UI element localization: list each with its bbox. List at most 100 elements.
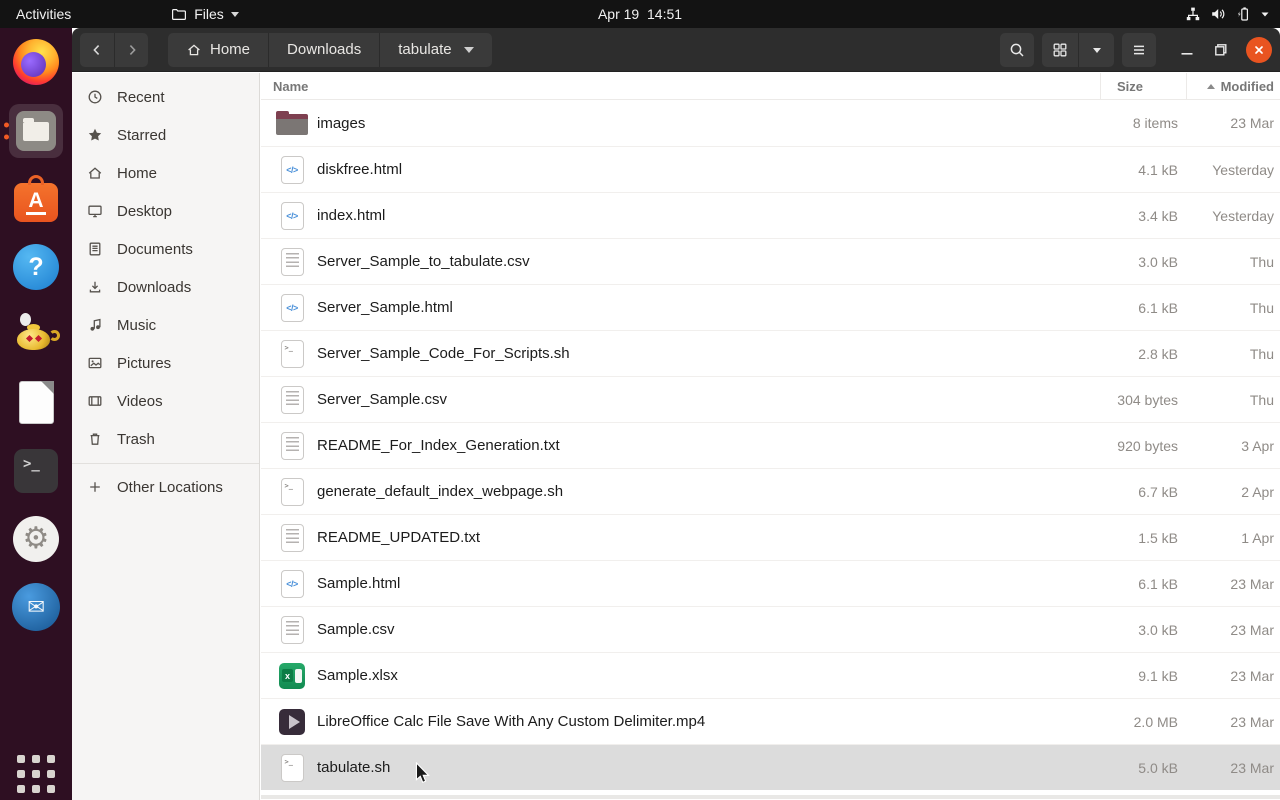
file-row-readme-updated-txt[interactable]: README_UPDATED.txt 1.5 kB 1 Apr [261, 514, 1280, 560]
starred-icon [87, 127, 103, 143]
restore-button[interactable] [1204, 33, 1238, 67]
column-header-modified[interactable]: Modified [1186, 73, 1280, 99]
file-row-server-sample-to-tabulate-csv[interactable]: Server_Sample_to_tabulate.csv 3.0 kB Thu [261, 238, 1280, 284]
sidebar-item-recent[interactable]: Recent [72, 78, 259, 116]
script-file-icon: >_ [276, 339, 308, 368]
sidebar-item-documents[interactable]: Documents [72, 230, 259, 268]
file-modified: Thu [1249, 253, 1274, 270]
script-file-icon: >_ [276, 477, 308, 506]
column-header-size[interactable]: Size [1100, 73, 1186, 99]
grid-view-button[interactable] [1042, 32, 1078, 67]
sidebar-item-videos[interactable]: Videos [72, 382, 259, 420]
list-header: Name Size Modified [261, 73, 1280, 100]
text-file-icon [276, 385, 308, 414]
file-modified: 23 Mar [1230, 115, 1274, 131]
dock-item-lamp[interactable] [0, 312, 72, 358]
file-modified: 1 Apr [1241, 529, 1274, 546]
file-row-sample-xlsx[interactable]: x Sample.xlsx 9.1 kB 23 Mar [261, 652, 1280, 698]
caret-down-icon [1260, 9, 1270, 19]
sidebar-item-music[interactable]: Music [72, 306, 259, 344]
sidebar-item-desktop[interactable]: Desktop [72, 192, 259, 230]
dock-item-thunderbird[interactable]: ✉ [0, 583, 72, 631]
sidebar-item-trash[interactable]: Trash [72, 420, 259, 458]
volume-icon [1210, 6, 1226, 22]
file-size: 6.1 kB [1138, 575, 1178, 592]
top-panel: Activities Files Apr 19 14:51 [0, 0, 1280, 28]
file-list: images 8 items 23 Mar </> diskfree.html 4… [261, 100, 1280, 790]
sidebar-list: Recent Starred Home Desktop Documents Do… [72, 78, 259, 458]
close-button[interactable] [1246, 36, 1272, 63]
file-row-sample-html[interactable]: </> Sample.html 6.1 kB 23 Mar [261, 560, 1280, 606]
file-size: 1.5 kB [1138, 529, 1178, 546]
file-row-index-html[interactable]: </> index.html 3.4 kB Yesterday [261, 192, 1280, 238]
file-modified: Yesterday [1212, 161, 1274, 178]
minimize-button[interactable] [1170, 33, 1204, 67]
search-button[interactable] [1000, 32, 1034, 67]
sidebar-item-downloads[interactable]: Downloads [72, 268, 259, 306]
dock-item-firefox[interactable] [0, 39, 72, 85]
html-file-icon: </> [276, 155, 308, 184]
hamburger-menu-button[interactable] [1122, 32, 1156, 67]
app-menu-button[interactable]: Files [159, 0, 251, 28]
music-icon [87, 317, 103, 333]
dock-item-terminal[interactable]: >_ [0, 449, 72, 493]
dock-item-help[interactable]: ? [0, 244, 72, 290]
file-pane: Name Size Modified images 8 items 23 Mar… [261, 73, 1280, 800]
dock-item-libreoffice[interactable] [0, 381, 72, 424]
file-modified: 23 Mar [1230, 713, 1274, 730]
file-size: 3.4 kB [1138, 207, 1178, 224]
path-segment-home[interactable]: Home [168, 32, 269, 67]
file-row-tabulate-sh[interactable]: >_ tabulate.sh 5.0 kB 23 Mar [261, 744, 1280, 790]
file-row-server-sample-csv[interactable]: Server_Sample.csv 304 bytes Thu [261, 376, 1280, 422]
sidebar-item-starred[interactable]: Starred [72, 116, 259, 154]
file-row-images[interactable]: images 8 items 23 Mar [261, 100, 1280, 146]
file-row-libreoffice-calc-file-save-with-any-custom-delimiter-mp4[interactable]: LibreOffice Calc File Save With Any Cust… [261, 698, 1280, 744]
sidebar-item-pictures[interactable]: Pictures [72, 344, 259, 382]
dock-item-app-grid[interactable] [0, 744, 72, 793]
file-modified: 23 Mar [1230, 667, 1274, 684]
dock-item-files[interactable] [0, 104, 72, 158]
column-header-name[interactable]: Name [261, 79, 1100, 94]
path-segment-downloads[interactable]: Downloads [268, 32, 380, 67]
back-button[interactable] [80, 32, 114, 67]
status-tray[interactable] [1185, 6, 1270, 22]
forward-button[interactable] [114, 32, 148, 67]
path-bar: Home Downloads tabulate [168, 32, 492, 67]
battery-icon [1235, 6, 1251, 22]
videos-icon [87, 393, 103, 409]
file-modified: Yesterday [1212, 207, 1274, 224]
file-modified: 23 Mar [1230, 621, 1274, 638]
sidebar-item-home[interactable]: Home [72, 154, 259, 192]
titlebar[interactable]: Home Downloads tabulate [72, 28, 1280, 72]
clock[interactable]: Apr 19 14:51 [598, 6, 682, 22]
running-indicator-dots [4, 122, 9, 140]
view-options-button[interactable] [1078, 32, 1114, 67]
dock-item-ubuntu-software[interactable]: A [0, 175, 72, 222]
sidebar-other-locations: Other Locations [72, 468, 259, 506]
downloads-icon [87, 279, 103, 295]
file-row-diskfree-html[interactable]: </> diskfree.html 4.1 kB Yesterday [261, 146, 1280, 192]
path-segment-current[interactable]: tabulate [379, 32, 492, 67]
files-window: Home Downloads tabulate Recent Starred H… [72, 28, 1280, 800]
file-row-sample-csv[interactable]: Sample.csv 3.0 kB 23 Mar [261, 606, 1280, 652]
sidebar-item-other-locations[interactable]: Other Locations [72, 468, 259, 506]
folder-file-icon [276, 111, 308, 135]
file-row-generate-default-index-webpage-sh[interactable]: >_ generate_default_index_webpage.sh 6.7 … [261, 468, 1280, 514]
activities-button[interactable]: Activities [0, 0, 87, 28]
file-size: 3.0 kB [1138, 621, 1178, 638]
file-row-server-sample-html[interactable]: </> Server_Sample.html 6.1 kB Thu [261, 284, 1280, 330]
file-modified: 23 Mar [1230, 575, 1274, 592]
file-modified: Thu [1249, 345, 1274, 362]
xlsx-file-icon: x [276, 662, 308, 689]
desktop-icon [87, 203, 103, 219]
text-file-icon [276, 523, 308, 552]
pictures-icon [87, 355, 103, 371]
plus-icon [87, 479, 103, 495]
file-row-readme-for-index-generation-txt[interactable]: README_For_Index_Generation.txt 920 byte… [261, 422, 1280, 468]
file-size: 6.7 kB [1138, 483, 1178, 500]
html-file-icon: </> [276, 569, 308, 598]
file-modified: Thu [1249, 299, 1274, 316]
file-row-server-sample-code-for-scripts-sh[interactable]: >_ Server_Sample_Code_For_Scripts.sh 2.8 … [261, 330, 1280, 376]
dock-item-settings[interactable]: ⚙ [0, 516, 72, 562]
script-file-icon: >_ [276, 753, 308, 782]
